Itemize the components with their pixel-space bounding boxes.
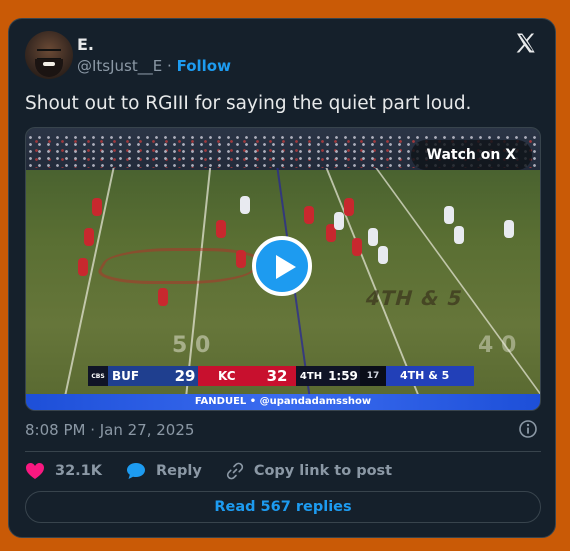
tweet-text: Shout out to RGIII for saying the quiet … [25, 93, 472, 114]
game-clock: 1:59 [328, 369, 358, 383]
reply-icon [127, 463, 146, 479]
yard-number-50: 5 0 [172, 333, 211, 358]
read-replies-button[interactable]: Read 567 replies [25, 491, 541, 523]
game-quarter: 4TH [299, 370, 323, 382]
play-clock: 17 [360, 366, 386, 386]
player [334, 212, 344, 230]
network-logo: CBS [91, 372, 105, 380]
link-icon [226, 462, 243, 480]
follow-button[interactable]: Follow [177, 57, 231, 75]
player [216, 220, 226, 238]
down-and-distance: 4TH & 5 [386, 366, 474, 386]
field-down-marker: 4TH & 5 [362, 286, 466, 310]
away-score: 29 [172, 366, 198, 386]
x-logo-icon[interactable] [514, 31, 538, 55]
player [78, 258, 88, 276]
player [158, 288, 168, 306]
divider [25, 451, 541, 452]
player [368, 228, 378, 246]
tweet-timestamp[interactable]: 8:08 PM · Jan 27, 2025 [25, 421, 194, 439]
player [84, 228, 94, 246]
reply-button[interactable]: Reply [126, 462, 202, 480]
action-bar: 32.1K Reply Copy link to post [25, 459, 416, 483]
home-score: 32 [258, 366, 296, 386]
sponsor-banner: FANDUEL • @upandadamsshow [26, 394, 540, 410]
watch-on-x-button[interactable]: Watch on X [410, 140, 532, 170]
yard-number-40: 4 0 [478, 333, 517, 358]
player [454, 226, 464, 244]
copy-link-label: Copy link to post [253, 463, 393, 479]
player [378, 246, 388, 264]
reply-label: Reply [156, 463, 202, 479]
scoreboard: CBS BUF 29 KC 32 4TH 1:59 17 4TH & 5 [88, 366, 474, 386]
player [352, 238, 362, 256]
info-icon[interactable] [518, 419, 538, 439]
heart-icon [26, 463, 44, 479]
separator-dot: · [167, 57, 172, 75]
away-team: BUF [108, 366, 172, 386]
like-count: 32.1K [55, 463, 103, 479]
tweet-card: E. @ItsJust__E · Follow Shout out to RGI… [8, 18, 556, 538]
avatar-smile [43, 62, 55, 66]
play-button[interactable] [252, 236, 312, 296]
author-handle[interactable]: @ItsJust__E [77, 57, 162, 75]
home-team: KC [198, 366, 258, 386]
player [344, 198, 354, 216]
author-handle-line: @ItsJust__E · Follow [77, 57, 231, 75]
video-player[interactable]: 4TH & 5 5 0 4 0 Watch on X CBS BUF 29 KC… [25, 127, 541, 411]
player [92, 198, 102, 216]
copy-link-button[interactable]: Copy link to post [226, 462, 392, 480]
avatar[interactable] [25, 31, 73, 79]
author-display-name[interactable]: E. [77, 35, 94, 54]
player [504, 220, 514, 238]
player [304, 206, 314, 224]
player [444, 206, 454, 224]
player [240, 196, 250, 214]
player [236, 250, 246, 268]
play-icon [276, 255, 296, 279]
like-button[interactable]: 32.1K [25, 462, 102, 480]
